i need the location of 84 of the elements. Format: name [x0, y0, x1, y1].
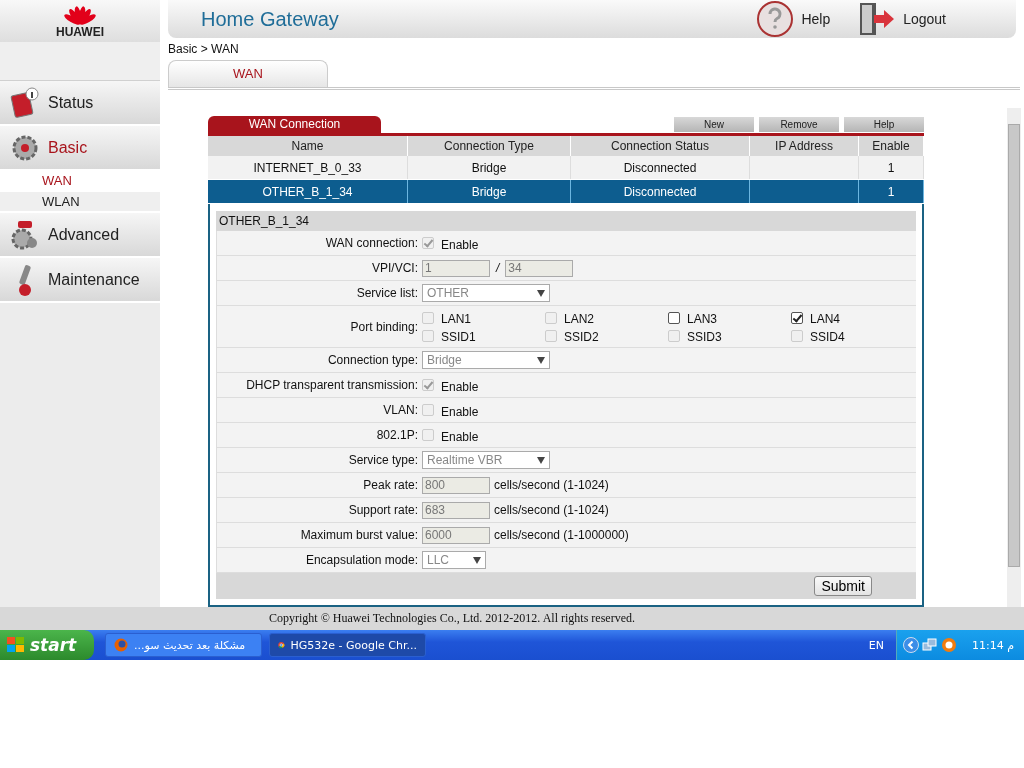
field-label: Maximum burst value: — [300, 528, 418, 542]
table-cell: OTHER_B_1_34 — [262, 184, 353, 199]
field-label: VPI/VCI: — [372, 261, 418, 275]
checkbox[interactable] — [668, 311, 680, 324]
checkbox-label: SSID2 — [564, 330, 599, 344]
dropdown[interactable]: LLC — [422, 551, 486, 569]
tab[interactable]: WAN — [168, 60, 328, 87]
breadcrumb: Basic > WAN — [168, 41, 240, 58]
table-cell: Disconnected — [623, 160, 697, 175]
field-label: VLAN: — [383, 403, 418, 417]
sidebar-item[interactable]: Advanced — [0, 213, 160, 258]
taskbar-button[interactable]: ...مشكلة بعد تحديث سو — [105, 633, 262, 657]
field-label: Peak rate: — [363, 478, 418, 492]
field-label: 802.1P: — [376, 428, 418, 442]
field-label: Support rate: — [348, 503, 418, 517]
table-cell: 1 — [887, 160, 895, 175]
field-label: WAN connection: — [325, 236, 418, 250]
copyright-text: Copyright © Huawei Technologies Co., Ltd. 2012-2012. All rights reserved. — [269, 611, 635, 626]
unit-text: cells/second (1-1024) — [494, 478, 609, 492]
table-row[interactable]: OTHER_B_1_34 Bridge Disconnected 1 — [208, 179, 924, 204]
checkbox-label: Enable — [441, 237, 479, 252]
field-label: DHCP transparent transmission: — [246, 378, 418, 392]
dropdown[interactable]: Realtime VBR — [422, 451, 550, 469]
checkbox[interactable] — [791, 311, 803, 324]
checkbox-label: Enable — [441, 379, 479, 394]
logout-link[interactable]: Logout — [858, 0, 946, 38]
field-label: Service list: — [356, 286, 418, 300]
field-label: Connection type: — [327, 353, 418, 367]
sidebar-item[interactable]: Maintenance — [0, 258, 160, 303]
unit-text: cells/second (1-1000000) — [494, 528, 629, 542]
column-header: Connection Type — [407, 136, 571, 156]
dropdown[interactable]: Bridge — [422, 351, 550, 369]
caret-icon — [537, 289, 545, 297]
sidebar-item[interactable]: Basic — [0, 126, 160, 171]
clock: 11:14 م — [972, 638, 1014, 652]
checkbox-label: LAN3 — [687, 312, 718, 326]
checkbox-label: SSID4 — [810, 330, 845, 344]
table-row[interactable]: INTERNET_B_0_33 Bridge Disconnected 1 — [208, 156, 924, 180]
separator-text: / — [496, 261, 500, 275]
help-link[interactable]: Help — [756, 0, 831, 38]
question-icon — [756, 0, 795, 38]
column-header: Connection Status — [570, 136, 750, 156]
field-label: Encapsulation mode: — [305, 553, 418, 567]
submit-button[interactable]: Submit — [814, 576, 872, 596]
monitor-info-icon — [10, 85, 40, 120]
browser-icon — [114, 638, 128, 652]
toolbar-button[interactable]: Help — [844, 117, 924, 132]
column-header: IP Address — [749, 136, 859, 156]
section-title: OTHER_B_1_34 — [216, 211, 916, 231]
language-indicator[interactable]: EN — [868, 638, 884, 652]
checkbox-label: Enable — [441, 404, 479, 419]
table-title: WAN Connection — [208, 116, 381, 133]
column-header: Enable — [858, 136, 924, 156]
field-label: Port binding: — [350, 319, 418, 334]
column-header: Name — [208, 136, 408, 156]
taskbar-button[interactable]: HG532e - Google Chr... — [269, 633, 426, 657]
sidebar-item[interactable]: Status — [0, 81, 160, 126]
caret-icon — [537, 356, 545, 364]
logo-text: HUAWEI — [56, 26, 104, 38]
page-title: Home Gateway — [201, 7, 340, 31]
table-cell: INTERNET_B_0_33 — [253, 160, 362, 175]
caret-icon — [537, 456, 545, 464]
scrollbar[interactable] — [1007, 108, 1021, 607]
checkbox-label: SSID3 — [687, 330, 722, 344]
table-cell: Bridge — [471, 184, 507, 199]
table-cell: 1 — [887, 184, 895, 199]
circle-app-icon[interactable] — [941, 637, 957, 653]
checkbox-label: Enable — [441, 429, 479, 444]
checkbox-label: LAN4 — [810, 312, 841, 326]
sidebar-subitem[interactable]: WAN — [0, 171, 160, 192]
table-cell: Bridge — [471, 160, 507, 175]
checkbox-label: LAN1 — [441, 312, 472, 326]
dropdown[interactable]: OTHER — [422, 284, 550, 302]
chevron-icon[interactable] — [903, 637, 919, 653]
caret-icon — [473, 556, 481, 564]
toolbar-button[interactable]: New — [674, 117, 754, 132]
checkbox-label: SSID1 — [441, 330, 476, 344]
unit-text: cells/second (1-1024) — [494, 503, 609, 517]
field-label: Service type: — [348, 453, 418, 467]
toolbar-button[interactable]: Remove — [759, 117, 839, 132]
table-cell: Disconnected — [623, 184, 697, 199]
network-icon[interactable] — [922, 637, 938, 653]
windows-flag-icon — [6, 636, 26, 654]
checkbox-label: LAN2 — [564, 312, 595, 326]
